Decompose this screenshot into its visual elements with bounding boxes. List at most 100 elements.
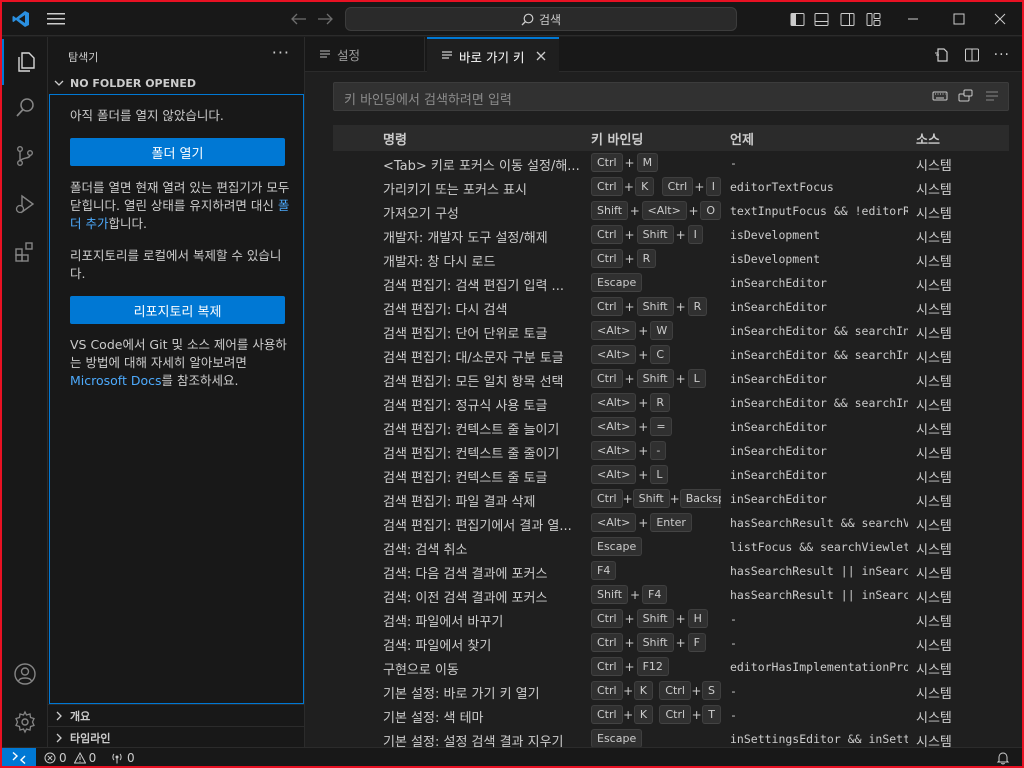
table-row[interactable]: 검색 편집기: 컨텍스트 줄 줄이기 <Alt> + - inSearchEditor 시… [333, 439, 1009, 463]
table-row[interactable]: 검색: 다음 검색 결과에 포커스 F4 hasSearchResult || in… [333, 559, 1009, 583]
header-source[interactable]: 소스 [916, 129, 940, 148]
broadcast-icon [110, 752, 124, 764]
notifications-bell-icon[interactable] [996, 748, 1010, 766]
table-row[interactable]: 검색 편집기: 다시 검색 Ctrl + Shift + RinSearchEditor 시… [333, 295, 1009, 319]
ports-indicator[interactable]: 0 [110, 748, 135, 766]
source-cell: 시스템 [916, 639, 952, 654]
table-row[interactable]: 검색 편집기: 컨텍스트 줄 토글 <Alt> + LinSearchEditor 시스… [333, 463, 1009, 487]
more-actions-icon[interactable]: ··· [994, 47, 1010, 63]
tab-settings[interactable]: 설정 [305, 37, 425, 72]
table-row[interactable]: 검색 편집기: 편집기에서 결과 열... <Alt> + Enter hasSearc… [333, 511, 1009, 535]
table-row[interactable]: 검색 편집기: 파일 결과 삭제Ctrl+Shift+BackspinSearc… [333, 487, 1009, 511]
table-row[interactable]: 기본 설정: 설정 검색 결과 지우기 Escape inSettingsEdito… [333, 727, 1009, 747]
tab-keybindings[interactable]: 바로 가기 키 [427, 37, 559, 73]
source-control-icon[interactable] [2, 133, 48, 179]
table-row[interactable]: 검색 편집기: 단어 단위로 토글 <Alt> + WinSearchEditor &… [333, 319, 1009, 343]
toggle-panel-icon[interactable] [810, 2, 832, 36]
manage-gear-icon[interactable] [2, 699, 48, 745]
table-row[interactable]: 검색 편집기: 정규식 사용 토글 <Alt> + RinSearchEditor &… [333, 391, 1009, 415]
extensions-icon[interactable] [2, 229, 48, 275]
source-cell: 시스템 [916, 687, 952, 702]
command-cell: 검색 편집기: 다시 검색 [383, 303, 508, 318]
open-folder-button[interactable]: 폴더 열기 [70, 138, 285, 166]
keybindings-table: 명령 키 바인딩 언제 소스 <Tab> 키로 포커스 이동 설정/해... Ct… [333, 125, 1009, 747]
keybinding-cell: Escape [591, 273, 721, 292]
toggle-secondary-sidebar-icon[interactable] [836, 2, 858, 36]
accounts-icon[interactable] [2, 651, 48, 697]
header-keybinding[interactable]: 키 바인딩 [591, 129, 643, 148]
customize-layout-icon[interactable] [862, 2, 884, 36]
forward-arrow-icon[interactable] [313, 2, 337, 36]
open-keybindings-json-icon[interactable] [934, 47, 950, 63]
command-cell: 가져오기 구성 [383, 207, 459, 222]
explorer-icon[interactable] [2, 39, 48, 85]
table-row[interactable]: 검색: 검색 취소 Escape listFocus && searchViewle… [333, 535, 1009, 559]
record-keys-icon[interactable] [932, 89, 948, 103]
timeline-section-header[interactable]: 타임라인 [48, 726, 305, 748]
table-row[interactable]: 기본 설정: 색 테마 Ctrl + K Ctrl + T - 시스템 [333, 703, 1009, 727]
table-row[interactable]: 검색: 이전 검색 결과에 포커스 Shift + F4 hasSearchResult… [333, 583, 1009, 607]
keybindings-search[interactable]: 키 바인딩에서 검색하려면 입력 [333, 82, 1009, 111]
source-cell: 시스템 [916, 615, 952, 630]
key-plus: + [688, 203, 699, 218]
microsoft-docs-link[interactable]: Microsoft Docs [70, 373, 162, 388]
run-debug-icon[interactable] [2, 181, 48, 227]
when-cell: editorTextFocus [730, 180, 834, 194]
table-row[interactable]: 개발자: 창 다시 로드 Ctrl + RisDevelopment 시스템 [333, 247, 1009, 271]
table-row[interactable]: 검색 편집기: 검색 편집기 입력 ... Escape inSearchEdito… [333, 271, 1009, 295]
key-plus: + [629, 203, 640, 218]
source-cell: 시스템 [916, 159, 952, 174]
menu-icon[interactable] [42, 2, 70, 36]
keybindings-search-input[interactable]: 키 바인딩에서 검색하려면 입력 [344, 89, 512, 108]
key-cap: Shift [591, 201, 629, 220]
remote-icon [12, 751, 26, 764]
outline-section-header[interactable]: 개요 [48, 704, 305, 726]
key-cap: Ctrl [659, 705, 692, 724]
key-plus: + [638, 323, 649, 338]
close-window-icon[interactable] [978, 2, 1022, 36]
minimize-icon[interactable] [890, 2, 936, 36]
table-row[interactable]: 기본 설정: 바로 가기 키 열기 Ctrl + K Ctrl + S - 시스템 [333, 679, 1009, 703]
sort-precedence-icon[interactable] [958, 89, 974, 103]
command-center-search[interactable]: 검색 [345, 7, 737, 31]
message-text: 폴더를 열면 현재 열려 있는 편집기가 모두 닫힙니다. 열린 상태를 유지하… [70, 180, 290, 213]
problems-indicator[interactable]: 0 0 [44, 748, 96, 766]
keybinding-cell: Shift + <Alt> + O [591, 201, 721, 220]
search-activity-icon[interactable] [2, 85, 48, 131]
key-cap: Escape [591, 273, 643, 292]
key-cap: K [633, 705, 654, 724]
key-cap: I [687, 225, 703, 244]
source-cell: 시스템 [916, 735, 952, 747]
no-folder-section-header[interactable]: NO FOLDER OPENED [48, 72, 305, 94]
table-row[interactable]: 검색 편집기: 대/소문자 구분 토글 <Alt> + CinSearchEditor… [333, 343, 1009, 367]
split-editor-icon[interactable] [964, 47, 980, 63]
maximize-icon[interactable] [936, 2, 982, 36]
table-row[interactable]: <Tab> 키로 포커스 이동 설정/해... Ctrl + M - 시스템 [333, 151, 1009, 175]
clear-search-icon[interactable] [984, 89, 1000, 103]
key-plus: + [675, 371, 686, 386]
table-row[interactable]: 구현으로 이동 Ctrl + F12 editorHasImplementationPr… [333, 655, 1009, 679]
more-actions-icon[interactable]: ··· [272, 43, 290, 62]
error-icon [44, 752, 56, 764]
table-row[interactable]: 검색: 파일에서 바꾸기 Ctrl + Shift + H - 시스템 [333, 607, 1009, 631]
key-cap: Ctrl [591, 225, 623, 244]
key-cap: W [650, 321, 674, 340]
table-row[interactable]: 검색 편집기: 모든 일치 항목 선택 Ctrl + Shift + LinSearchE… [333, 367, 1009, 391]
table-row[interactable]: 개발자: 개발자 도구 설정/해제 Ctrl + Shift + IisDevelopme… [333, 223, 1009, 247]
header-command[interactable]: 명령 [383, 129, 407, 148]
key-plus: + [669, 491, 680, 506]
toggle-primary-sidebar-icon[interactable] [786, 2, 808, 36]
table-row[interactable]: 가리키기 또는 포커스 표시 Ctrl + K Ctrl + IeditorTextFocu… [333, 175, 1009, 199]
close-tab-icon[interactable] [536, 51, 546, 61]
command-cell: 검색 편집기: 모든 일치 항목 선택 [383, 375, 564, 390]
table-row[interactable]: 검색: 파일에서 찾기 Ctrl + Shift + F - 시스템 [333, 631, 1009, 655]
table-row[interactable]: 검색 편집기: 컨텍스트 줄 늘이기 <Alt> + = inSearchEditor 시… [333, 415, 1009, 439]
back-arrow-icon[interactable] [287, 2, 311, 36]
table-row[interactable]: 가져오기 구성 Shift + <Alt> + OtextInputFocus && !e… [333, 199, 1009, 223]
remote-indicator[interactable] [2, 748, 36, 766]
key-cap: Escape [591, 537, 643, 556]
key-plus: + [675, 635, 686, 650]
clone-repository-button[interactable]: 리포지토리 복제 [70, 296, 285, 324]
header-when[interactable]: 언제 [730, 129, 754, 148]
command-cell: 검색: 이전 검색 결과에 포커스 [383, 591, 548, 606]
